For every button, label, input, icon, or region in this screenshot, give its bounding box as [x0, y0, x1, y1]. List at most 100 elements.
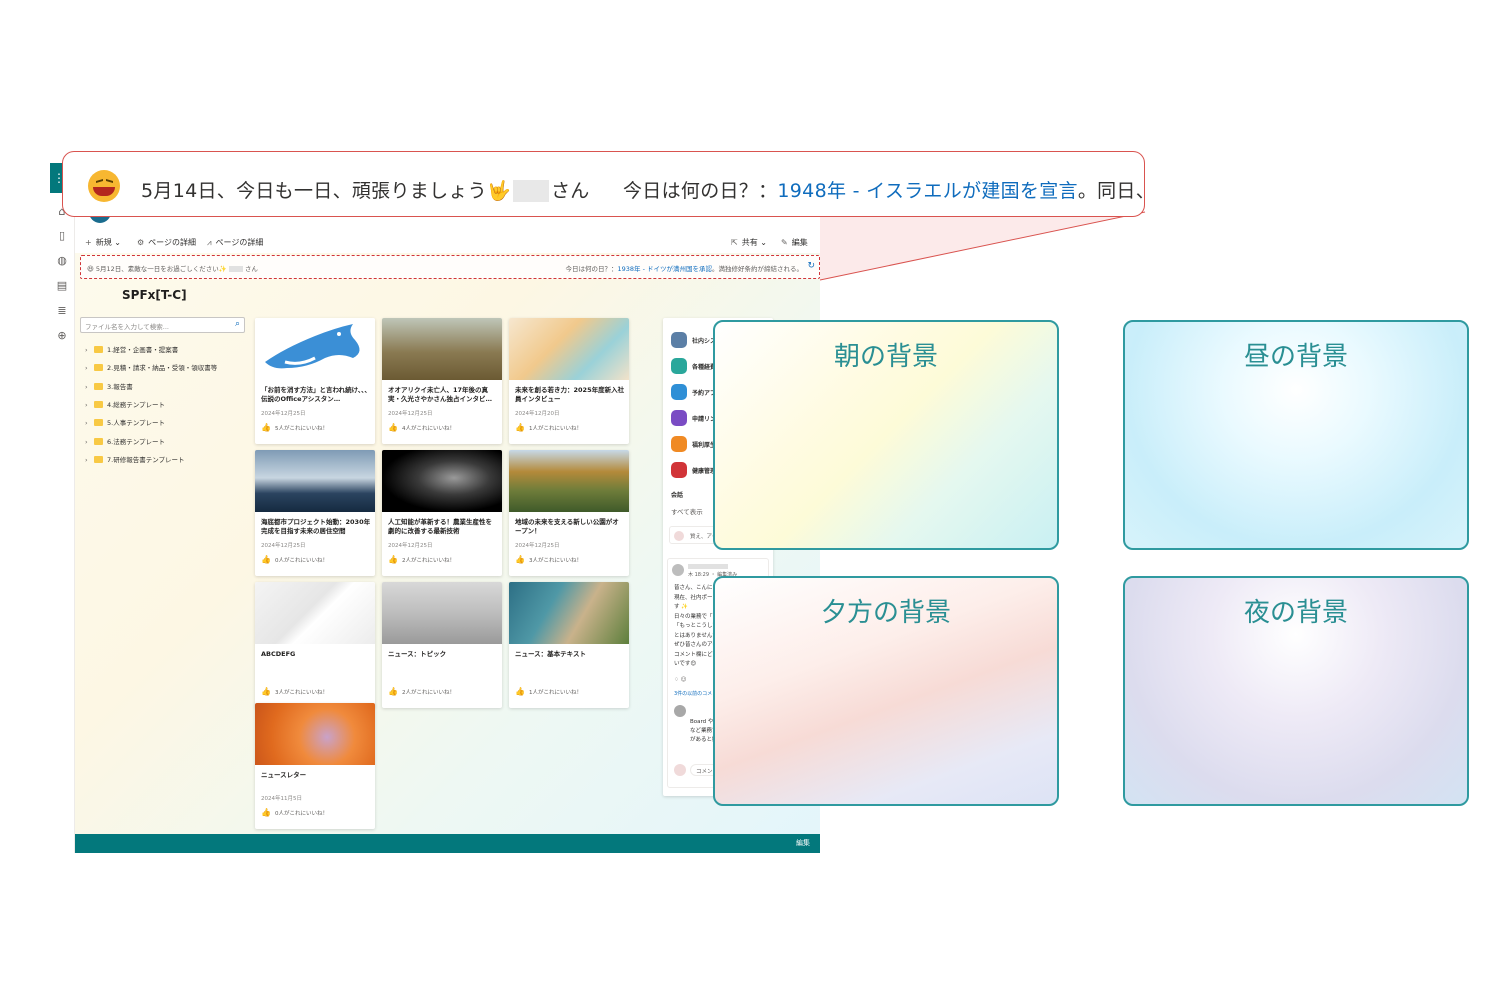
- like-button[interactable]: 👍 2人がこれにいいね！: [388, 555, 455, 564]
- like-button[interactable]: 👍 1人がこれにいいね！: [515, 687, 582, 696]
- news-thumbnail[interactable]: [382, 450, 502, 512]
- folder-item[interactable]: › 6.法務テンプレート: [85, 436, 165, 450]
- news-title[interactable]: 未来を創る若き力：2025年度新入社員インタビュー: [515, 386, 625, 404]
- dolphin-image: [265, 324, 360, 369]
- thumbs-up-icon[interactable]: 👍: [261, 808, 271, 817]
- redacted-name: [512, 180, 549, 202]
- like-button[interactable]: 👍 0人がこれにいいね！: [261, 808, 328, 817]
- chevron-right-icon[interactable]: ›: [85, 346, 94, 354]
- news-title[interactable]: 「お前を消す方法」と言われ続け、、、伝説のOfficeアシスタン…: [261, 386, 371, 404]
- news-card[interactable]: 「お前を消す方法」と言われ続け、、、伝説のOfficeアシスタン… 2024年12…: [255, 318, 375, 444]
- page-title: SPFx[T-C]: [122, 288, 187, 302]
- news-card[interactable]: ニュースレター 2024年11月5日 👍 0人がこれにいいね！: [255, 703, 375, 829]
- thumbs-up-icon[interactable]: 👍: [261, 423, 271, 432]
- news-thumbnail[interactable]: [382, 582, 502, 644]
- folder-item[interactable]: › 1.経営・企画書・提案書: [85, 344, 178, 358]
- like-button[interactable]: 👍 2人がこれにいいね！: [388, 687, 455, 696]
- chevron-right-icon[interactable]: ›: [85, 383, 94, 391]
- news-title[interactable]: 人工知能が革新する！農業生産性を劇的に改善する最新技術: [388, 518, 498, 536]
- news-card[interactable]: ニュース：トピック 👍 2人がこれにいいね！: [382, 582, 502, 708]
- news-thumbnail[interactable]: [509, 450, 629, 512]
- folder-item[interactable]: › 3.報告書: [85, 381, 133, 395]
- hand-emoji-icon: 🤟: [486, 180, 511, 202]
- folder-item[interactable]: › 5.人事テンプレート: [85, 417, 165, 431]
- evening-label: 夕方の背景: [820, 598, 951, 628]
- news-thumbnail[interactable]: [382, 318, 502, 380]
- news-card[interactable]: 未来を創る若き力：2025年度新入社員インタビュー 2024年12月20日 👍 1人が…: [509, 318, 629, 444]
- chevron-right-icon[interactable]: ›: [85, 401, 94, 409]
- share-button[interactable]: ⇱ 共有 ⌄: [731, 237, 767, 248]
- edit-button[interactable]: ✎ 編集: [781, 237, 808, 248]
- app-icon: [671, 436, 687, 452]
- page-analytics-button[interactable]: ⩘ ページの詳細: [207, 237, 263, 248]
- news-title[interactable]: オオアリクイ未亡人、17年後の真実・久光さやかさん独占インタビ…: [388, 386, 498, 404]
- pencil-icon: ✎: [781, 238, 788, 247]
- thumbs-up-icon[interactable]: 👍: [515, 555, 525, 564]
- news-thumbnail[interactable]: [255, 703, 375, 765]
- news-card[interactable]: 地域の未来を支える新しい公園がオープン！ 2024年12月25日 👍 3人がこれにいい…: [509, 450, 629, 576]
- file-search-input[interactable]: ファイル名を入力して検索... ⌕: [80, 317, 245, 333]
- refresh-icon[interactable]: ↻: [807, 261, 815, 271]
- create-icon[interactable]: ⊕: [55, 329, 69, 343]
- thumbs-up-icon[interactable]: 👍: [388, 687, 398, 696]
- news-title[interactable]: ニュースレター: [261, 771, 371, 780]
- footer-edit-link[interactable]: 編集: [796, 838, 810, 848]
- greeting-webpart: 😆 5月12日、素敵な一日をお過ごしください✨ さん 今日は何の日？：1938年 …: [80, 255, 820, 279]
- news-title[interactable]: ニュース：基本テキスト: [515, 650, 625, 659]
- news-thumbnail[interactable]: [509, 318, 629, 380]
- folder-item[interactable]: › 7.研修報告書テンプレート: [85, 454, 185, 468]
- zoom-trivia-link[interactable]: 1948年 - イスラエルが建国を宣言: [777, 180, 1077, 202]
- news-card[interactable]: オオアリクイ未亡人、17年後の真実・久光さやかさん独占インタビ… 2024年12月…: [382, 318, 502, 444]
- like-button[interactable]: 👍 3人がこれにいいね！: [261, 687, 328, 696]
- greeting-message: 😆 5月12日、素敵な一日をお過ごしください✨ さん: [87, 265, 258, 273]
- news-thumbnail[interactable]: [255, 582, 375, 644]
- like-button[interactable]: 👍 4人がこれにいいね！: [388, 423, 455, 432]
- app-icon: [671, 384, 687, 400]
- reaction-icons[interactable]: ♢ ☺: [674, 677, 686, 683]
- news-card[interactable]: 人工知能が革新する！農業生産性を劇的に改善する最新技術 2024年12月25日 👍 2…: [382, 450, 502, 576]
- trivia-message: 今日は何の日？：1938年 - ドイツが満州国を承認。満独修好条約が締結される。: [565, 265, 803, 273]
- thumbs-up-icon[interactable]: 👍: [388, 423, 398, 432]
- like-button[interactable]: 👍 0人がこれにいいね！: [261, 555, 328, 564]
- news-title[interactable]: ABCDEFG: [261, 650, 371, 659]
- chevron-right-icon[interactable]: ›: [85, 438, 94, 446]
- quick-link-item[interactable]: 健康管理: [671, 462, 716, 478]
- page-details-button[interactable]: ⚙ ページの詳細: [137, 237, 196, 248]
- news-thumbnail[interactable]: [255, 450, 375, 512]
- search-icon[interactable]: ⌕: [235, 319, 240, 329]
- thumbs-up-icon[interactable]: 👍: [515, 423, 525, 432]
- avatar: [674, 531, 684, 541]
- chevron-right-icon[interactable]: ›: [85, 419, 94, 427]
- lists-icon[interactable]: ≣: [55, 304, 69, 318]
- app-icon: [671, 332, 687, 348]
- document-icon[interactable]: ▯: [55, 229, 69, 243]
- thumbs-up-icon[interactable]: 👍: [261, 687, 271, 696]
- news-icon[interactable]: ▤: [55, 279, 69, 293]
- folder-item[interactable]: › 4.総務テンプレート: [85, 399, 165, 413]
- trivia-link[interactable]: 1938年 - ドイツが満州国を承認: [617, 265, 712, 273]
- show-all-link[interactable]: すべて表示: [671, 506, 703, 516]
- news-card[interactable]: 海底都市プロジェクト始動：2030年完成を目指す未来の居住空間 2024年12月2…: [255, 450, 375, 576]
- news-thumbnail[interactable]: [255, 318, 375, 380]
- news-title[interactable]: ニュース：トピック: [388, 650, 498, 659]
- chevron-right-icon[interactable]: ›: [85, 364, 94, 372]
- quick-link-item[interactable]: 福利厚生: [671, 436, 716, 452]
- thumbs-up-icon[interactable]: 👍: [515, 687, 525, 696]
- news-thumbnail[interactable]: [509, 582, 629, 644]
- footer-bar: 編集: [75, 834, 820, 853]
- like-button[interactable]: 👍 5人がこれにいいね！: [261, 423, 328, 432]
- news-title[interactable]: 地域の未来を支える新しい公園がオープン！: [515, 518, 625, 536]
- news-card[interactable]: ニュース：基本テキスト 👍 1人がこれにいいね！: [509, 582, 629, 708]
- news-card[interactable]: ABCDEFG 👍 3人がこれにいいね！: [255, 582, 375, 708]
- like-button[interactable]: 👍 1人がこれにいいね！: [515, 423, 582, 432]
- thumbs-up-icon[interactable]: 👍: [388, 555, 398, 564]
- chevron-right-icon[interactable]: ›: [85, 456, 94, 464]
- new-button[interactable]: + 新規 ⌄: [85, 237, 121, 248]
- globe-icon[interactable]: ◍: [55, 254, 69, 268]
- thumbs-up-icon[interactable]: 👍: [261, 555, 271, 564]
- news-title[interactable]: 海底都市プロジェクト始動：2030年完成を目指す未来の居住空間: [261, 518, 371, 536]
- like-button[interactable]: 👍 3人がこれにいいね！: [515, 555, 582, 564]
- sharepoint-window: ⋮ ⌂ ▯ ◍ ▤ ≣ ⊕ + 新規 ⌄ ⚙ ページの詳細 ⩘ ページの詳細 ⇱ 共有 …: [50, 163, 820, 853]
- noon-background-sample: 昼の背景: [1123, 320, 1469, 550]
- folder-item[interactable]: › 2.見積・請求・納品・受領・領収書等: [85, 362, 217, 376]
